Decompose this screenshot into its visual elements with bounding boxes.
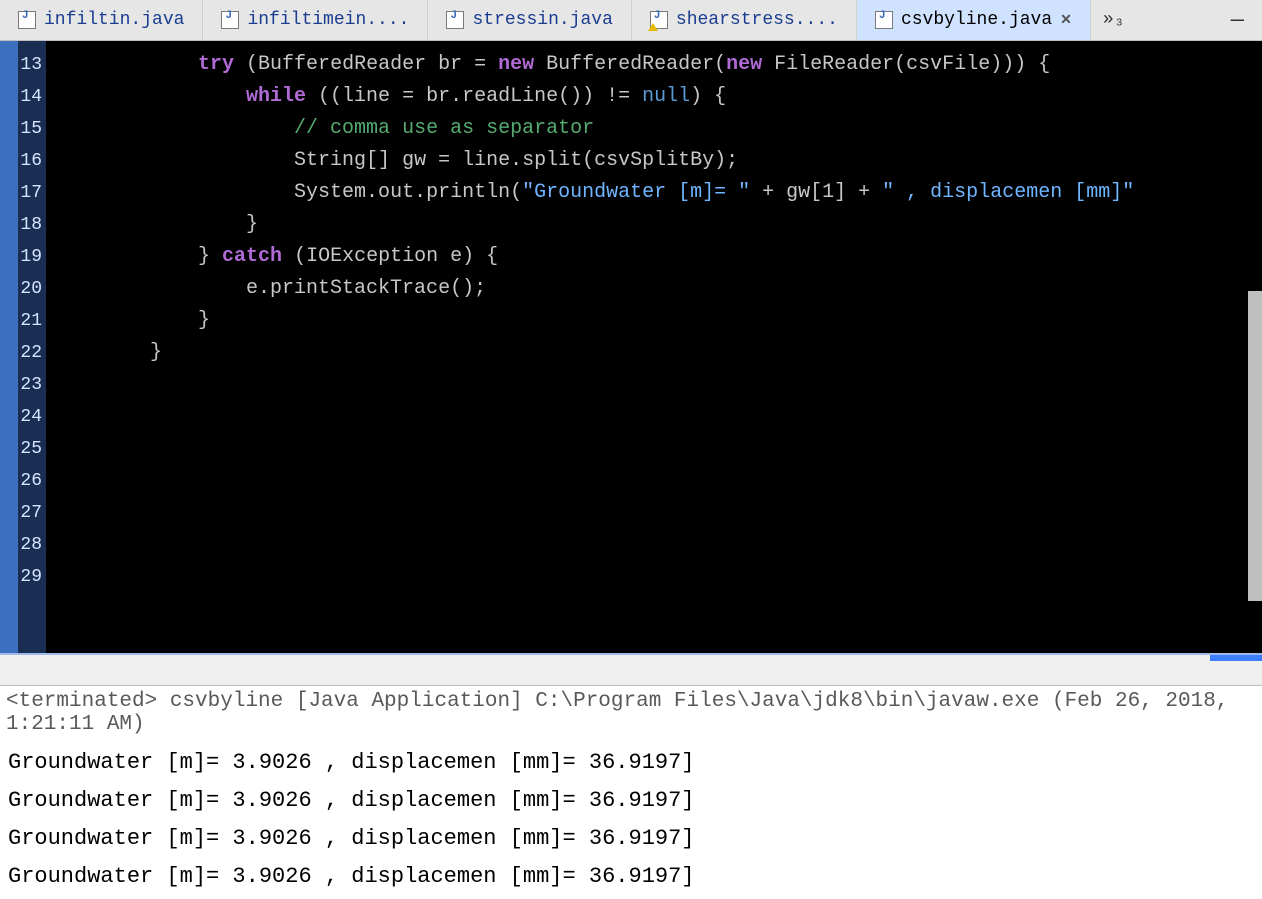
console-toolbar bbox=[0, 653, 1262, 686]
code-line: System.out.println("Groundwater [m]= " +… bbox=[54, 177, 1262, 209]
line-number: 15 bbox=[0, 113, 42, 145]
tab-infiltin-java[interactable]: infiltin.java bbox=[0, 0, 203, 40]
console-output[interactable]: Groundwater [m]= 3.9026 , displacemen [m… bbox=[0, 740, 1262, 899]
minimize-button[interactable]: — bbox=[1213, 0, 1262, 40]
console-status-line: <terminated> csvbyline [Java Application… bbox=[0, 686, 1262, 740]
java-file-icon bbox=[650, 11, 668, 29]
line-number: 29 bbox=[0, 561, 42, 593]
tab-shearstress-[interactable]: shearstress.... bbox=[632, 0, 857, 40]
line-number: 21 bbox=[0, 305, 42, 337]
line-number: 23 bbox=[0, 369, 42, 401]
java-file-icon bbox=[18, 11, 36, 29]
code-line: e.printStackTrace(); bbox=[54, 273, 1262, 305]
tab-bar: infiltin.java infiltimein.... stressin.jav… bbox=[0, 0, 1262, 41]
line-number: 13 bbox=[0, 49, 42, 81]
console-line: Groundwater [m]= 3.9026 , displacemen [m… bbox=[8, 744, 1254, 782]
tabs-overflow-button[interactable]: »₃ bbox=[1091, 0, 1137, 40]
console-line: Groundwater [m]= 3.9026 , displacemen [m… bbox=[8, 858, 1254, 896]
line-number: 18 bbox=[0, 209, 42, 241]
java-file-icon bbox=[221, 11, 239, 29]
code-line: } bbox=[54, 209, 1262, 241]
code-line: } bbox=[54, 305, 1262, 337]
line-number: 17 bbox=[0, 177, 42, 209]
tab-infiltimein-[interactable]: infiltimein.... bbox=[203, 0, 428, 40]
code-line: } bbox=[54, 337, 1262, 369]
line-number: 19 bbox=[0, 241, 42, 273]
console-toolbar-accent bbox=[1210, 655, 1262, 661]
line-number: 22 bbox=[0, 337, 42, 369]
tab-stressin-java[interactable]: stressin.java bbox=[428, 0, 631, 40]
line-number: 27 bbox=[0, 497, 42, 529]
tab-label: infiltin.java bbox=[44, 10, 184, 30]
code-line: // comma use as separator bbox=[54, 113, 1262, 145]
java-file-icon bbox=[875, 11, 893, 29]
line-number: 25 bbox=[0, 433, 42, 465]
tab-label: csvbyline.java bbox=[901, 10, 1052, 30]
close-icon[interactable]: ✕ bbox=[1060, 12, 1072, 29]
console-line: Groundwater [m]= 3.9026 , displacemen [m… bbox=[8, 782, 1254, 820]
code-line: String[] gw = line.split(csvSplitBy); bbox=[54, 145, 1262, 177]
code-line: } catch (IOException e) { bbox=[54, 241, 1262, 273]
line-number-gutter: 1314151617181920212223242526272829 bbox=[0, 41, 46, 653]
tab-csvbyline-java[interactable]: csvbyline.java ✕ bbox=[857, 0, 1091, 40]
line-number: 14 bbox=[0, 81, 42, 113]
line-number: 16 bbox=[0, 145, 42, 177]
code-line: while ((line = br.readLine()) != null) { bbox=[54, 81, 1262, 113]
vertical-scrollbar[interactable] bbox=[1248, 291, 1262, 601]
line-number: 24 bbox=[0, 401, 42, 433]
line-number: 20 bbox=[0, 273, 42, 305]
tab-label: stressin.java bbox=[472, 10, 612, 30]
java-file-icon bbox=[446, 11, 464, 29]
code-line: try (BufferedReader br = new BufferedRea… bbox=[54, 49, 1262, 81]
tab-label: shearstress.... bbox=[676, 10, 838, 30]
tab-label: infiltimein.... bbox=[247, 10, 409, 30]
code-editor[interactable]: 1314151617181920212223242526272829 try (… bbox=[0, 41, 1262, 653]
line-number: 26 bbox=[0, 465, 42, 497]
code-area[interactable]: try (BufferedReader br = new BufferedRea… bbox=[46, 41, 1262, 653]
line-number: 28 bbox=[0, 529, 42, 561]
console-line: Groundwater [m]= 3.9026 , displacemen [m… bbox=[8, 820, 1254, 858]
